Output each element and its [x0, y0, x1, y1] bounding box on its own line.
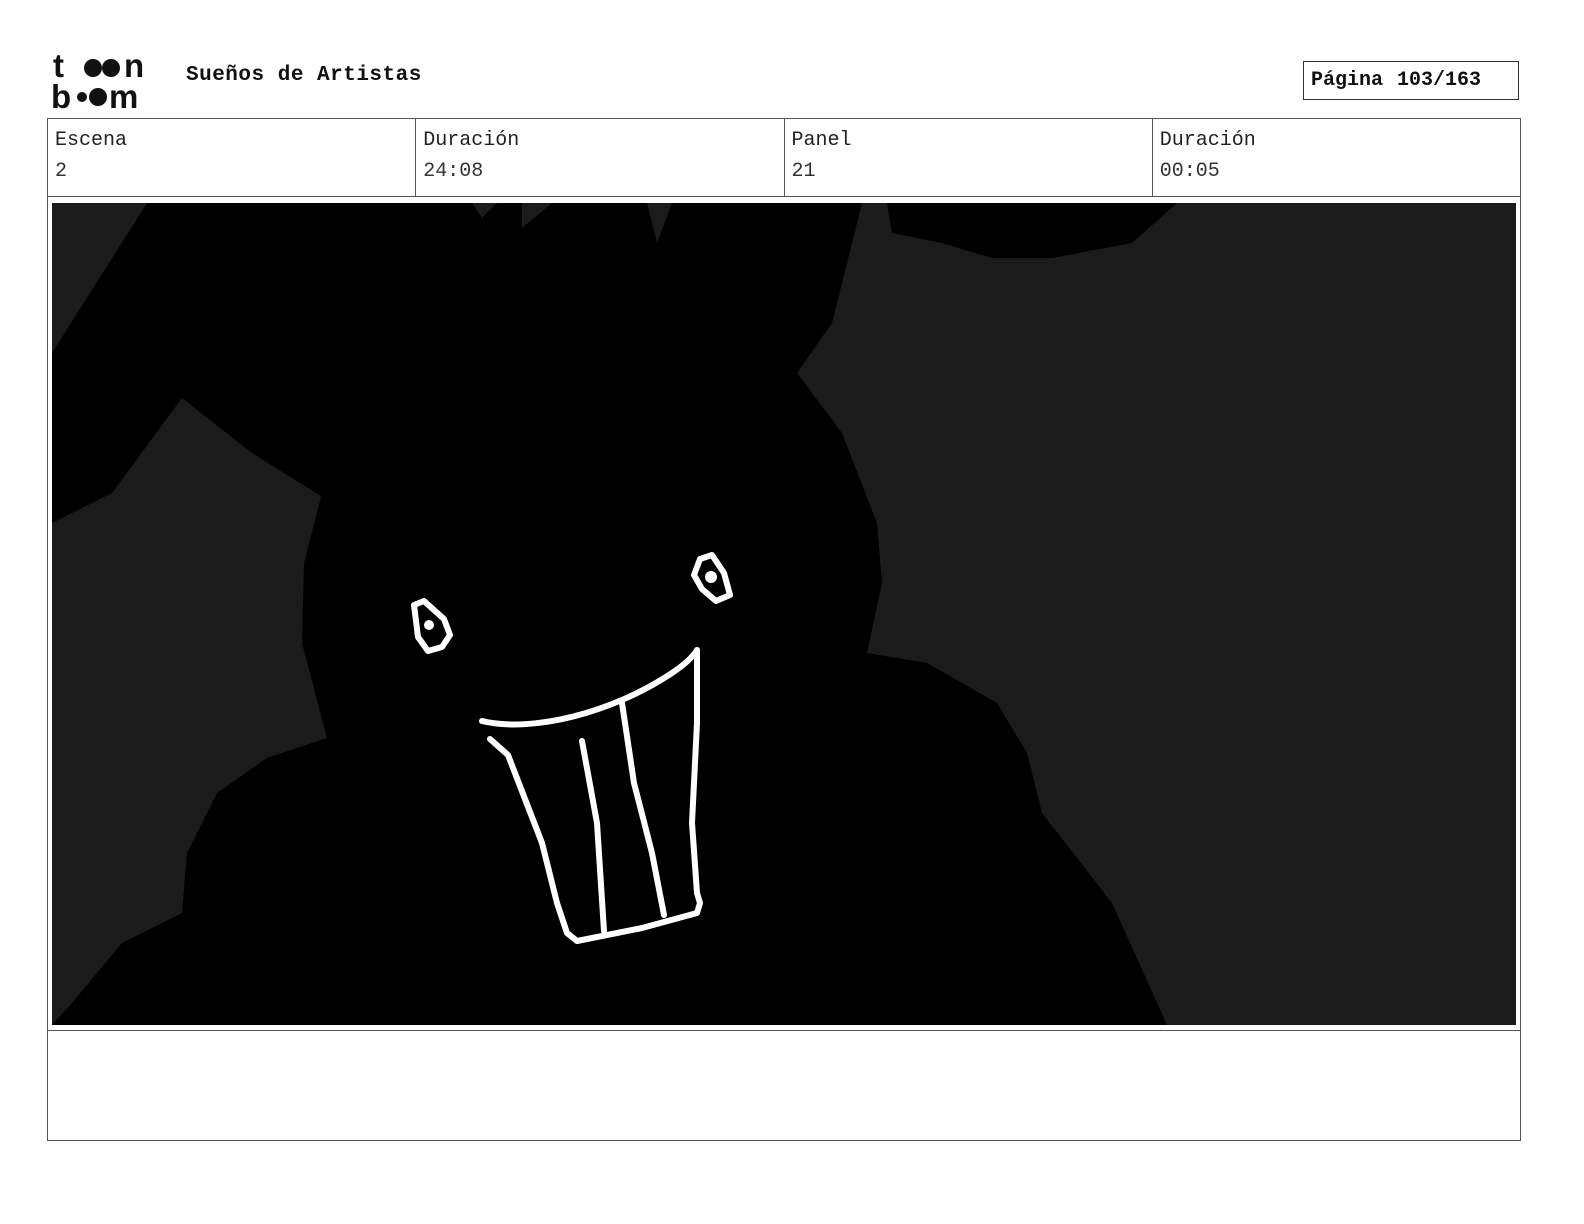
panel-duration-label: Duración	[1159, 129, 1256, 152]
panel-info-row: Escena 2 Duración 24:08 Panel 21 Duració…	[48, 119, 1520, 197]
scene-cell: Escena 2	[48, 119, 417, 196]
logo-dot	[84, 59, 102, 77]
logo-dot	[89, 88, 107, 106]
panel-label: Panel	[791, 129, 852, 152]
page-indicator: Página 103/163	[1303, 61, 1519, 100]
project-title: Sueños de Artistas	[186, 64, 422, 87]
logo-letter-m: m	[109, 78, 138, 112]
scene-label: Escena	[55, 129, 128, 152]
panel-value: 21	[791, 160, 816, 183]
panel-image	[52, 203, 1516, 1025]
logo-dot	[77, 92, 87, 102]
logo-dot	[102, 59, 120, 77]
scene-duration-value: 24:08	[423, 160, 484, 183]
scene-duration-cell: Duración 24:08	[416, 119, 785, 196]
panel-drawing	[52, 203, 1516, 1025]
panel-cell: Panel 21	[785, 119, 1153, 196]
panel-duration-value: 00:05	[1159, 160, 1220, 183]
page-number: 103/163	[1397, 69, 1482, 92]
scene-duration-label: Duración	[423, 129, 520, 152]
toonboom-logo: t n b m	[51, 50, 144, 112]
panel-duration-cell: Duración 00:05	[1153, 119, 1520, 196]
scene-value: 2	[55, 160, 68, 183]
notes-area	[48, 1031, 1520, 1140]
storyboard-sheet: Escena 2 Duración 24:08 Panel 21 Duració…	[47, 118, 1521, 1141]
logo-letter-b: b	[51, 78, 71, 112]
page-label: Página	[1311, 69, 1384, 92]
